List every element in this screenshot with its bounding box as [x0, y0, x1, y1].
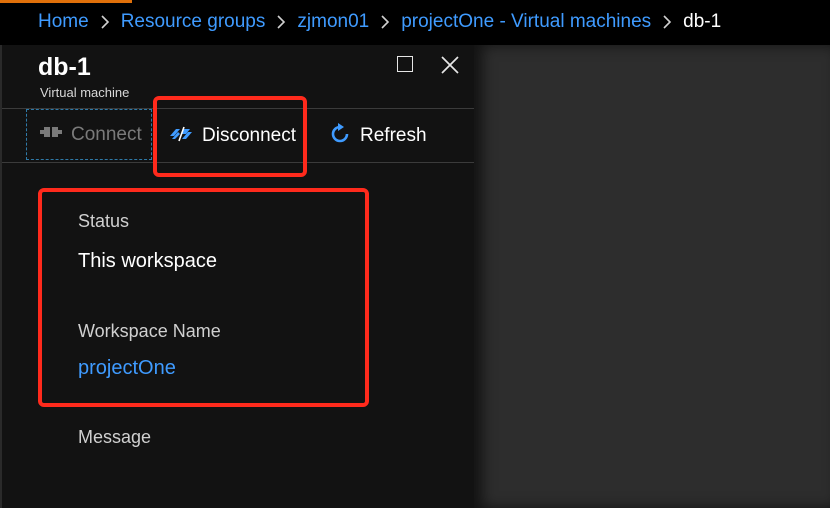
workspace-name-link[interactable]: projectOne	[78, 357, 176, 380]
disconnect-label: Disconnect	[202, 125, 296, 146]
chevron-right-icon	[89, 15, 121, 29]
portal-accent-line	[0, 0, 132, 3]
breadcrumb-zjmon01[interactable]: zjmon01	[297, 11, 369, 33]
plug-connect-icon	[39, 125, 63, 144]
blade-title: db-1	[38, 53, 91, 81]
status-value: This workspace	[78, 250, 217, 272]
plug-disconnect-icon	[168, 125, 194, 148]
disconnect-button[interactable]: Disconnect	[168, 114, 296, 158]
chevron-right-icon	[651, 15, 683, 29]
maximize-icon[interactable]	[397, 56, 413, 72]
breadcrumb-projectone-vms[interactable]: projectOne - Virtual machines	[401, 11, 651, 33]
refresh-button[interactable]: Refresh	[328, 114, 427, 158]
status-label: Status	[78, 211, 130, 231]
message-label: Message	[78, 427, 152, 447]
blade-subtitle: Virtual machine	[40, 85, 130, 100]
background-area	[474, 45, 830, 508]
workspace-name-label: Workspace Name	[78, 321, 221, 341]
breadcrumb-resource-groups[interactable]: Resource groups	[121, 11, 266, 33]
refresh-icon	[328, 122, 352, 151]
breadcrumb: Home Resource groups zjmon01 projectOne …	[38, 11, 721, 33]
chevron-right-icon	[369, 15, 401, 29]
breadcrumb-current-db-1: db-1	[683, 11, 722, 32]
breadcrumb-home[interactable]: Home	[38, 11, 89, 33]
connect-label: Connect	[71, 123, 142, 145]
toolbar-divider	[2, 162, 474, 163]
refresh-label: Refresh	[360, 125, 427, 146]
chevron-right-icon	[265, 15, 297, 29]
connect-button[interactable]: Connect	[26, 109, 152, 160]
close-icon[interactable]	[440, 55, 460, 75]
